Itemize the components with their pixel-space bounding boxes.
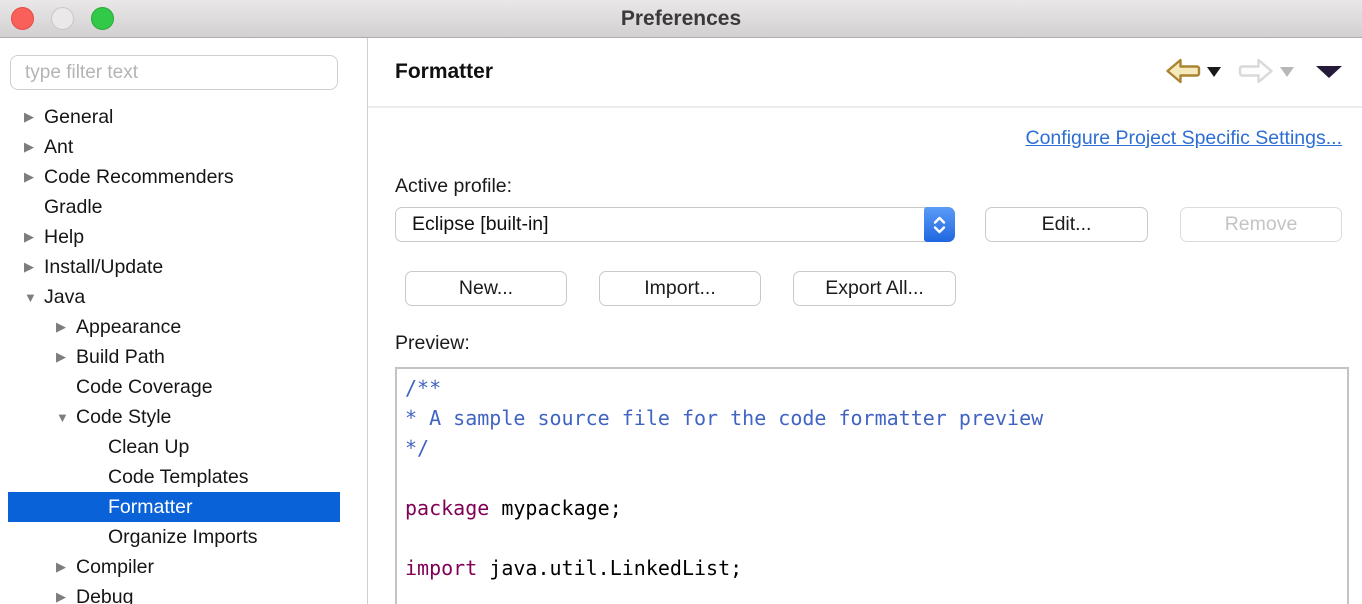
select-stepper-icon <box>924 207 955 242</box>
sidebar-item-label: Compiler <box>76 556 154 579</box>
history-nav <box>1164 55 1348 90</box>
sidebar-item-code-style[interactable]: ▼Code Style <box>8 402 340 432</box>
preferences-dialog: ▶General▶Ant▶Code RecommendersGradle▶Hel… <box>0 38 1362 604</box>
new-button[interactable]: New... <box>405 271 567 306</box>
sidebar-item-label: Build Path <box>76 346 165 369</box>
disclosure-triangle-icon[interactable]: ▶ <box>24 169 44 185</box>
sidebar-item-label: Organize Imports <box>108 526 258 549</box>
sidebar-item-clean-up[interactable]: Clean Up <box>8 432 340 462</box>
sidebar-item-label: General <box>44 106 113 129</box>
sidebar-item-label: Ant <box>44 136 73 159</box>
edit-button[interactable]: Edit... <box>985 207 1148 242</box>
disclosure-triangle-icon[interactable]: ▶ <box>24 109 44 125</box>
chevron-down-icon <box>1280 67 1294 77</box>
code-line: * A sample source file for the code form… <box>405 403 1339 433</box>
disclosure-triangle-icon[interactable]: ▶ <box>24 139 44 155</box>
sidebar-item-label: Debug <box>76 586 133 604</box>
preferences-sidebar: ▶General▶Ant▶Code RecommendersGradle▶Hel… <box>0 38 368 604</box>
window-title: Preferences <box>621 7 741 31</box>
sidebar-item-label: Gradle <box>44 196 103 219</box>
disclosure-triangle-icon[interactable]: ▶ <box>56 559 76 575</box>
sidebar-item-debug[interactable]: ▶Debug <box>8 582 340 604</box>
disclosure-triangle-icon[interactable]: ▼ <box>24 290 44 305</box>
page-body: Configure Project Specific Settings... A… <box>368 108 1362 604</box>
code-line <box>405 463 1339 493</box>
forward-history-dropdown[interactable] <box>1275 67 1294 77</box>
chevron-down-icon <box>1207 67 1221 77</box>
active-profile-label: Active profile: <box>395 175 1342 198</box>
sidebar-item-label: Java <box>44 286 85 309</box>
configure-project-settings-link[interactable]: Configure Project Specific Settings... <box>1026 127 1343 149</box>
disclosure-triangle-icon[interactable]: ▶ <box>24 229 44 245</box>
back-button[interactable] <box>1164 55 1202 90</box>
code-token-comment: */ <box>405 436 429 460</box>
sidebar-item-code-templates[interactable]: Code Templates <box>8 462 340 492</box>
sidebar-item-java[interactable]: ▼Java <box>8 282 340 312</box>
back-history-dropdown[interactable] <box>1202 67 1221 77</box>
code-line: /** <box>405 373 1339 403</box>
sidebar-item-label: Code Coverage <box>76 376 213 399</box>
code-token-plain: java.util.LinkedList; <box>477 556 742 580</box>
sidebar-item-label: Code Templates <box>108 466 249 489</box>
code-token-keyword: package <box>405 496 489 520</box>
forward-arrow-icon <box>1237 55 1275 90</box>
sidebar-item-appearance[interactable]: ▶Appearance <box>8 312 340 342</box>
project-settings-row: Configure Project Specific Settings... <box>395 127 1342 150</box>
profile-actions-row: New... Import... Export All... <box>395 271 1342 306</box>
code-token-comment: * A sample source file for the code form… <box>405 406 1043 430</box>
disclosure-triangle-icon[interactable]: ▶ <box>56 589 76 604</box>
sidebar-item-help[interactable]: ▶Help <box>8 222 340 252</box>
import-button[interactable]: Import... <box>599 271 761 306</box>
sidebar-item-label: Formatter <box>108 496 193 519</box>
sidebar-item-formatter[interactable]: Formatter <box>8 492 340 522</box>
traffic-lights <box>11 7 114 30</box>
code-line: import java.util.LinkedList; <box>405 553 1339 583</box>
active-profile-value: Eclipse [built-in] <box>412 213 549 236</box>
code-token-keyword: import <box>405 556 477 580</box>
sidebar-item-label: Help <box>44 226 84 249</box>
window-titlebar[interactable]: Preferences <box>0 0 1362 38</box>
disclosure-triangle-icon[interactable]: ▶ <box>24 259 44 275</box>
active-profile-select[interactable]: Eclipse [built-in] <box>395 207 955 242</box>
sidebar-item-label: Install/Update <box>44 256 163 279</box>
sidebar-item-code-recommenders[interactable]: ▶Code Recommenders <box>8 162 340 192</box>
zoom-button[interactable] <box>91 7 114 30</box>
sidebar-item-install-update[interactable]: ▶Install/Update <box>8 252 340 282</box>
code-preview[interactable]: /** * A sample source file for the code f… <box>395 367 1349 604</box>
code-token-comment: /** <box>405 376 441 400</box>
view-menu-icon <box>1316 66 1342 78</box>
disclosure-triangle-icon[interactable]: ▼ <box>56 410 76 425</box>
sidebar-item-build-path[interactable]: ▶Build Path <box>8 342 340 372</box>
preview-label: Preview: <box>395 332 1342 355</box>
sidebar-item-label: Clean Up <box>108 436 189 459</box>
disclosure-triangle-icon[interactable]: ▶ <box>56 319 76 335</box>
sidebar-item-general[interactable]: ▶General <box>8 102 340 132</box>
sidebar-item-code-coverage[interactable]: Code Coverage <box>8 372 340 402</box>
sidebar-item-label: Code Style <box>76 406 171 429</box>
disclosure-triangle-icon[interactable]: ▶ <box>56 349 76 365</box>
code-line <box>405 523 1339 553</box>
remove-button[interactable]: Remove <box>1180 207 1342 242</box>
page-header: Formatter <box>368 38 1362 108</box>
close-button[interactable] <box>11 7 34 30</box>
forward-button[interactable] <box>1237 55 1275 90</box>
profile-row: Eclipse [built-in] Edit... Remove <box>395 207 1342 242</box>
back-arrow-icon <box>1164 55 1202 90</box>
sidebar-item-ant[interactable]: ▶Ant <box>8 132 340 162</box>
code-token-plain: mypackage; <box>489 496 621 520</box>
export-all-button[interactable]: Export All... <box>793 271 956 306</box>
page-title: Formatter <box>395 60 493 84</box>
preferences-tree: ▶General▶Ant▶Code RecommendersGradle▶Hel… <box>0 102 367 604</box>
code-line: */ <box>405 433 1339 463</box>
formatter-page: Formatter <box>368 38 1362 604</box>
code-line: package mypackage; <box>405 493 1339 523</box>
sidebar-item-gradle[interactable]: Gradle <box>8 192 340 222</box>
sidebar-item-label: Appearance <box>76 316 181 339</box>
sidebar-item-label: Code Recommenders <box>44 166 234 189</box>
sidebar-item-compiler[interactable]: ▶Compiler <box>8 552 340 582</box>
minimize-button[interactable] <box>51 7 74 30</box>
sidebar-item-organize-imports[interactable]: Organize Imports <box>8 522 340 552</box>
filter-input[interactable] <box>10 55 338 90</box>
view-menu-button[interactable] <box>1294 66 1348 78</box>
